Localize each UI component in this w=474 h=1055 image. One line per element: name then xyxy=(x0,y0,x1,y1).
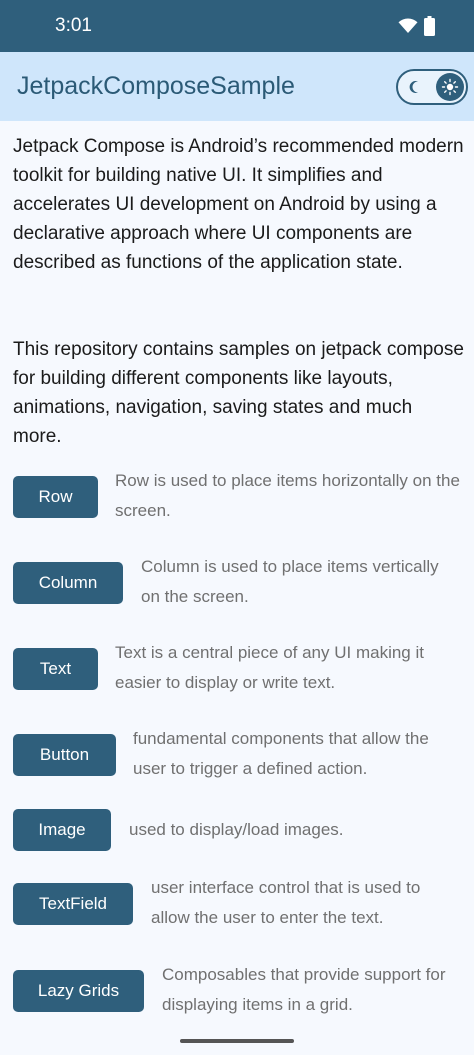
lazy-grids-description: Composables that provide support for dis… xyxy=(162,965,446,1014)
theme-toggle-switch[interactable] xyxy=(396,69,468,105)
text-description: Text is a central piece of any UI making… xyxy=(115,643,424,692)
battery-icon xyxy=(424,16,435,36)
top-app-bar: JetpackComposeSample xyxy=(0,52,474,121)
textfield-description: user interface control that is used to a… xyxy=(151,878,421,927)
button-description: fundamental components that allow the us… xyxy=(133,729,429,778)
moon-icon xyxy=(409,81,418,93)
text-button[interactable]: Text xyxy=(13,648,98,690)
app-title: JetpackComposeSample xyxy=(17,72,295,100)
sun-icon xyxy=(441,78,459,96)
home-indicator[interactable] xyxy=(180,1039,294,1043)
status-bar: 3:01 xyxy=(0,0,474,52)
column-button[interactable]: Column xyxy=(13,562,123,604)
column-description: Column is used to place items vertically… xyxy=(141,557,439,606)
textfield-button[interactable]: TextField xyxy=(13,883,133,925)
row-button[interactable]: Row xyxy=(13,476,98,518)
intro-paragraph-1: Jetpack Compose is Android’s recommended… xyxy=(13,136,464,273)
lazy-grids-button[interactable]: Lazy Grids xyxy=(13,970,144,1012)
image-description: used to display/load images. xyxy=(129,820,344,839)
toggle-thumb[interactable] xyxy=(436,73,464,101)
wifi-icon xyxy=(398,18,418,33)
image-button[interactable]: Image xyxy=(13,809,111,851)
button-button[interactable]: Button xyxy=(13,734,116,776)
status-time: 3:01 xyxy=(55,15,92,36)
row-description: Row is used to place items horizontally … xyxy=(115,471,460,520)
intro-paragraph-2: This repository contains samples on jetp… xyxy=(13,339,464,447)
